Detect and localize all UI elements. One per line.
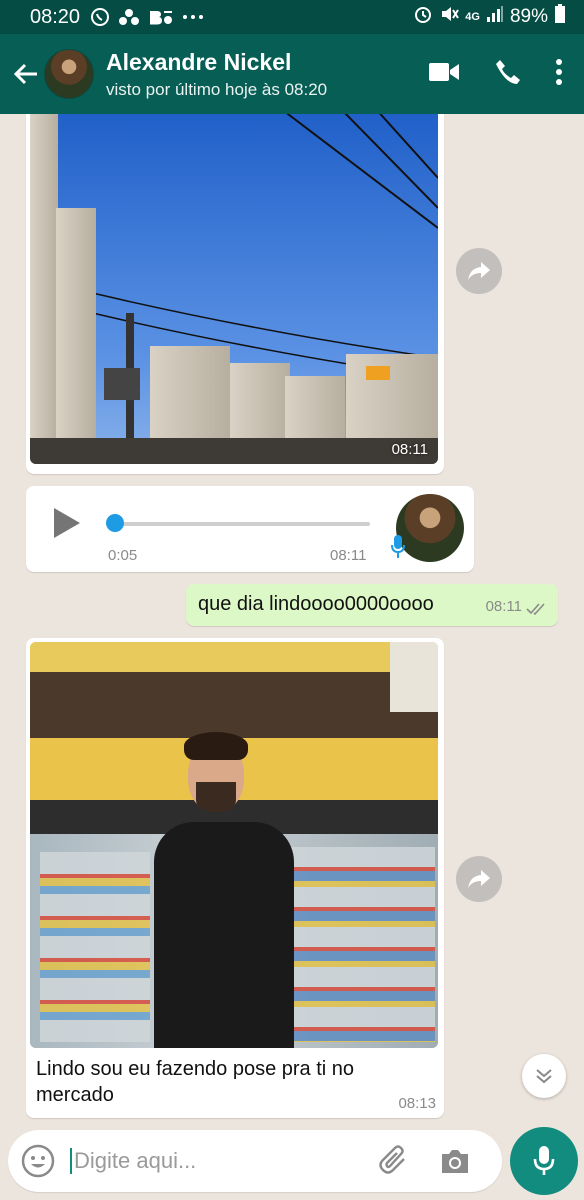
whatsapp-icon bbox=[90, 7, 110, 27]
double-check-icon bbox=[526, 599, 548, 622]
audio-seek-handle[interactable] bbox=[106, 514, 124, 532]
photo-supermarket[interactable] bbox=[30, 642, 438, 1048]
microphone-icon bbox=[533, 1146, 555, 1175]
phone-icon bbox=[496, 59, 520, 84]
contact-name: Alexandre Nickel bbox=[106, 48, 292, 75]
paperclip-icon[interactable] bbox=[378, 1145, 410, 1177]
chat-area[interactable]: 08:11 0:05 08:11 que dia lindoooo0000ooo… bbox=[0, 114, 584, 1130]
mute-icon bbox=[439, 4, 460, 30]
signal-icon bbox=[486, 5, 504, 29]
message-time: 08:11 bbox=[485, 598, 522, 615]
video-camera-icon bbox=[429, 62, 459, 81]
alarm-icon bbox=[413, 4, 433, 30]
battery-percent: 89% bbox=[509, 6, 548, 27]
video-call-button[interactable] bbox=[428, 61, 460, 88]
forward-button[interactable] bbox=[456, 856, 502, 902]
voice-call-button[interactable] bbox=[494, 58, 522, 91]
message-time: 08:13 bbox=[398, 1095, 436, 1112]
sender-avatar bbox=[396, 494, 464, 562]
network-type: 4G bbox=[465, 11, 480, 23]
contact-avatar[interactable] bbox=[44, 49, 94, 99]
microphone-icon bbox=[390, 534, 406, 565]
message-text: que dia lindoooo0000oooo bbox=[198, 593, 434, 615]
scroll-to-bottom-button[interactable] bbox=[522, 1054, 566, 1098]
menu-button[interactable] bbox=[556, 58, 562, 90]
status-time: 08:20 bbox=[30, 5, 81, 28]
last-seen: visto por último hoje às 08:20 bbox=[106, 79, 328, 99]
audio-duration: 0:05 bbox=[108, 547, 138, 564]
battery-icon bbox=[554, 4, 566, 30]
image-message[interactable]: Lindo sou eu fazendo pose pra ti no merc… bbox=[26, 638, 444, 1118]
voice-record-button[interactable] bbox=[510, 1127, 578, 1195]
image-message[interactable]: 08:11 bbox=[26, 114, 444, 474]
audio-progress-track[interactable] bbox=[114, 522, 370, 526]
emoji-icon[interactable] bbox=[20, 1143, 56, 1179]
chat-header: Alexandre Nickel visto por último hoje à… bbox=[0, 34, 584, 114]
behance-icon bbox=[148, 7, 174, 27]
image-caption: Lindo sou eu fazendo pose pra ti no merc… bbox=[36, 1058, 355, 1106]
arrow-left-icon bbox=[13, 63, 37, 85]
play-button[interactable] bbox=[54, 508, 80, 538]
photo-buildings-sky[interactable]: 08:11 bbox=[30, 114, 438, 464]
forward-arrow-icon bbox=[468, 262, 490, 280]
camera-icon[interactable] bbox=[440, 1147, 470, 1175]
message-time: 08:11 bbox=[330, 547, 367, 564]
status-bar: 08:20 4G 89% bbox=[0, 0, 584, 34]
forward-button[interactable] bbox=[456, 248, 502, 294]
message-time: 08:11 bbox=[391, 441, 428, 458]
message-composer bbox=[8, 1130, 502, 1192]
double-chevron-down-icon bbox=[536, 1069, 552, 1084]
back-button[interactable] bbox=[4, 52, 48, 96]
contact-info[interactable]: Alexandre Nickel visto por último hoje à… bbox=[106, 49, 327, 100]
outgoing-message[interactable]: que dia lindoooo0000oooo 08:11 bbox=[186, 584, 558, 626]
voice-message: 0:05 08:11 bbox=[26, 486, 474, 572]
forward-arrow-icon bbox=[468, 870, 490, 888]
message-input[interactable] bbox=[70, 1148, 370, 1174]
kebab-menu-icon bbox=[556, 58, 562, 85]
more-dots-icon bbox=[182, 14, 204, 20]
dots-cluster-icon bbox=[118, 7, 140, 27]
